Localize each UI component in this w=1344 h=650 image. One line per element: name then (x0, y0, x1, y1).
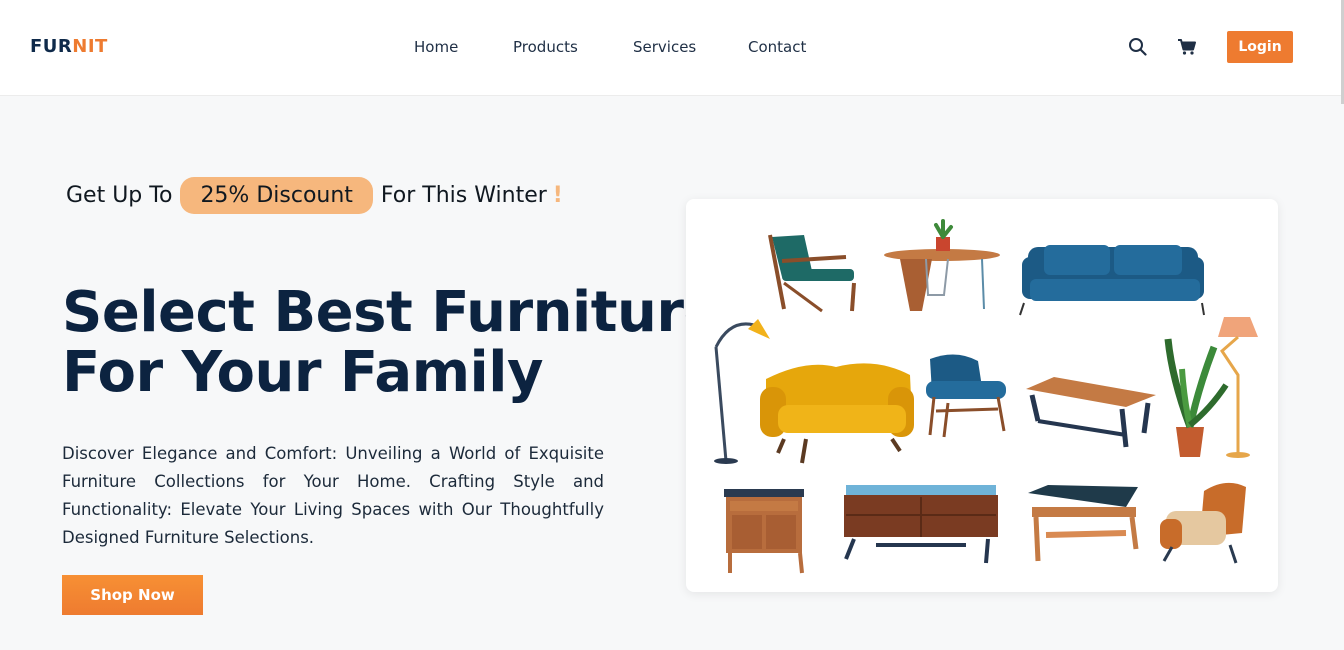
nav-link-contact[interactable]: Contact (748, 38, 806, 56)
search-icon[interactable] (1126, 35, 1150, 59)
blue-chair-icon (926, 354, 1006, 438)
cart-icon[interactable] (1175, 35, 1199, 59)
blue-sofa-icon (1019, 245, 1205, 316)
shop-now-button[interactable]: Shop Now (62, 575, 203, 615)
glass-table-icon (1028, 485, 1139, 562)
discount-pill: 25% Discount (180, 176, 373, 214)
promo-banner: Get Up To 25% Discount For This Winter ! (66, 175, 563, 215)
orange-armchair-icon (1160, 482, 1246, 564)
nav-link-products[interactable]: Products (513, 38, 578, 56)
floor-lamp-icon (714, 319, 770, 464)
hero-description: Discover Elegance and Comfort: Unveiling… (62, 444, 604, 547)
promo-exclamation: ! (552, 182, 563, 208)
potted-plant-icon (1164, 338, 1229, 457)
site-header: FURNIT Home Products Services Contact Lo… (0, 0, 1344, 96)
coffee-table-icon (1026, 377, 1156, 448)
brand-logo-part2: NIT (72, 36, 108, 57)
green-armchair-icon (768, 234, 856, 313)
nav-link-services[interactable]: Services (633, 38, 696, 56)
promo-prefix: Get Up To (66, 182, 173, 208)
headline-line2: For Your Family (62, 340, 543, 405)
furniture-collage-card (686, 199, 1278, 592)
sideboard-icon (844, 485, 998, 564)
side-table-icon (884, 219, 1000, 311)
furniture-collage-image (714, 219, 1258, 574)
brand-logo-part1: FUR (30, 36, 73, 57)
headline-line1: Select Best Furniture (62, 280, 721, 345)
login-button[interactable]: Login (1227, 31, 1293, 63)
cabinet-icon (724, 489, 804, 574)
nav-link-home[interactable]: Home (414, 38, 458, 56)
promo-suffix: For This Winter (380, 182, 547, 208)
yellow-loveseat-icon (760, 363, 914, 464)
brand-logo[interactable]: FURNIT (30, 36, 108, 57)
hero-headline: Select Best Furniture For Your Family (62, 283, 721, 403)
